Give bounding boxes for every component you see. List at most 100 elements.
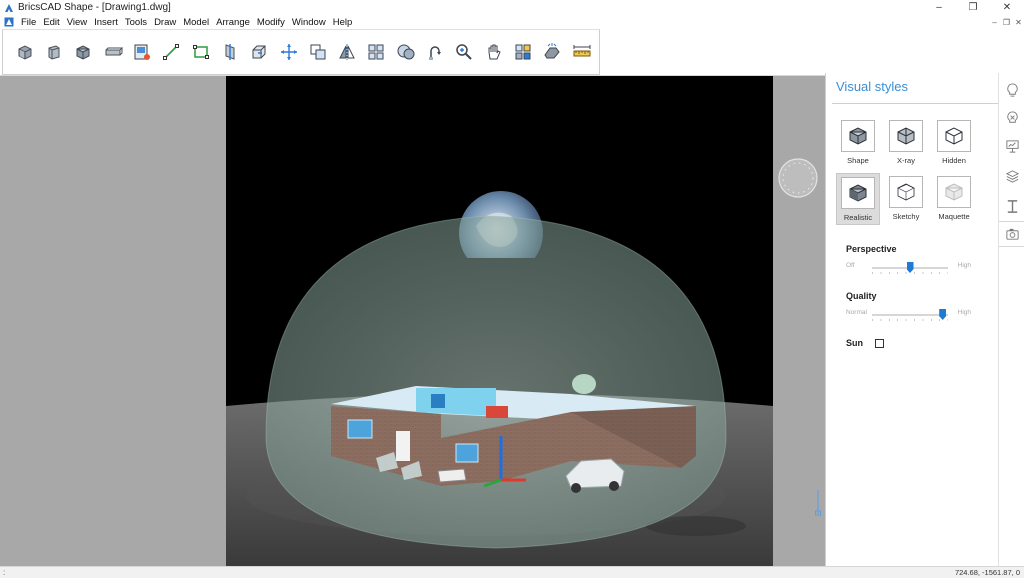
sphere-union-icon[interactable] [394,40,418,64]
sketch-cube-icon [897,183,915,201]
menu-model[interactable]: Model [180,17,213,28]
visual-styles-panel: Visual styles Shape X-ray Hidden Realist… [825,73,998,566]
x-ray-style-swatch [889,120,923,152]
panel-title: Visual styles [836,79,909,94]
style-label: X-ray [897,156,915,165]
menu-tools[interactable]: Tools [122,17,151,28]
quality-slider-track[interactable] [872,314,948,316]
menu-arrange[interactable]: Arrange [213,17,254,28]
sun-toggle-row: Sun [846,338,884,348]
rectangle-icon[interactable] [189,40,213,64]
cube-icon[interactable] [72,40,96,64]
camera-icon[interactable] [999,221,1024,247]
moon-base-scene [226,76,773,566]
lightbulb-icon[interactable] [1003,81,1021,99]
doc-minimize-button[interactable]: – [989,15,1000,29]
perspective-high-label: High [957,262,971,269]
style-hidden[interactable]: Hidden [932,117,976,169]
array-icon[interactable] [365,40,389,64]
quality-label: Quality [846,291,877,301]
style-label: Hidden [942,156,966,165]
box-solid-icon[interactable] [13,40,37,64]
quality-low-label: Normal [846,309,867,316]
window-insert-icon[interactable] [130,40,154,64]
x-ray-cube-icon [897,127,915,145]
quality-high-label: High [957,309,971,316]
3d-viewport[interactable] [226,76,773,566]
style-x-ray[interactable]: X-ray [884,117,928,169]
mirror-icon[interactable] [335,40,359,64]
menu-modify[interactable]: Modify [254,17,289,28]
perspective-slider[interactable]: Off High [846,261,971,275]
bricscad-logo-icon [5,3,13,12]
maquette-style-swatch [937,176,971,208]
component-library-icon[interactable] [511,40,535,64]
main-toolbar [2,29,600,75]
zoom-icon[interactable] [452,40,476,64]
section-plane-icon[interactable] [218,40,242,64]
bricscad-window: BricsCAD Shape - [Drawing1.dwg] – ❐ ✕ Fi… [0,0,1024,578]
sun-label: Sun [846,338,863,348]
measure-icon[interactable] [570,40,594,64]
style-realistic[interactable]: Realistic [836,173,880,225]
style-maquette[interactable]: Maquette [932,173,976,225]
menu-draw[interactable]: Draw [151,17,180,28]
restore-button[interactable]: ❐ [956,0,990,15]
document-window-controls: – ❐ ✕ [988,15,1024,29]
sun-checkbox[interactable] [875,338,884,348]
move-icon[interactable] [277,40,301,64]
3d-box-icon[interactable] [247,40,271,64]
cursor-coordinates: 724.68, -1561.87, 0 [954,568,1020,577]
slab-icon[interactable] [101,40,125,64]
perspective-label: Perspective [846,244,897,254]
maquette-cube-icon [945,183,963,201]
style-label: Realistic [843,213,873,222]
style-shape[interactable]: Shape [836,117,880,169]
title-bar: BricsCAD Shape - [Drawing1.dwg] – ❐ ✕ [0,0,1024,15]
quality-slider[interactable]: Normal High [846,308,971,322]
status-grip[interactable]: : [3,568,5,577]
style-label: Maquette [938,212,970,221]
menu-view[interactable]: View [64,17,91,28]
render-icon[interactable] [540,40,564,64]
ucs-axis-icon [815,490,821,516]
pan-hand-icon[interactable] [482,40,506,64]
panel-tab-strip [998,73,1024,566]
perspective-low-label: Off [846,262,855,269]
style-label: Sketchy [892,212,920,221]
style-label: Shape [847,156,869,165]
window-title: BricsCAD Shape - [Drawing1.dwg] [18,2,171,13]
shape-style-swatch [841,120,875,152]
lightbulb-settings-icon[interactable] [1003,109,1021,127]
document-icon[interactable] [4,17,14,27]
navigation-cube[interactable] [778,158,818,198]
wire-cube-icon [945,127,963,145]
line-icon[interactable] [159,40,183,64]
layers-icon[interactable] [1003,167,1021,185]
doc-restore-button[interactable]: ❐ [1001,15,1012,29]
i-beam-icon[interactable] [1003,197,1021,215]
shaded-cube-icon [849,127,867,145]
realistic-style-swatch [841,177,875,209]
menu-edit[interactable]: Edit [40,17,63,28]
minimize-button[interactable]: – [922,0,956,15]
panel-divider [832,103,998,104]
presentation-icon[interactable] [1003,137,1021,155]
menu-file[interactable]: File [18,17,40,28]
window-controls: – ❐ ✕ [922,0,1024,15]
copy-icon[interactable] [306,40,330,64]
sketchy-style-swatch [889,176,923,208]
menu-bar: File Edit View Insert Tools Draw Model A… [0,15,1024,29]
menu-help[interactable]: Help [330,17,357,28]
drawing-area[interactable] [0,76,825,566]
extrude-wall-icon[interactable] [42,40,66,64]
style-sketchy[interactable]: Sketchy [884,173,928,225]
status-bar: : 724.68, -1561.87, 0 [0,566,1024,578]
menu-window[interactable]: Window [289,17,330,28]
rotate-icon[interactable] [423,40,447,64]
realistic-cube-icon [849,184,867,202]
doc-close-button[interactable]: ✕ [1013,15,1024,29]
close-button[interactable]: ✕ [990,0,1024,15]
hidden-style-swatch [937,120,971,152]
menu-insert[interactable]: Insert [91,17,122,28]
